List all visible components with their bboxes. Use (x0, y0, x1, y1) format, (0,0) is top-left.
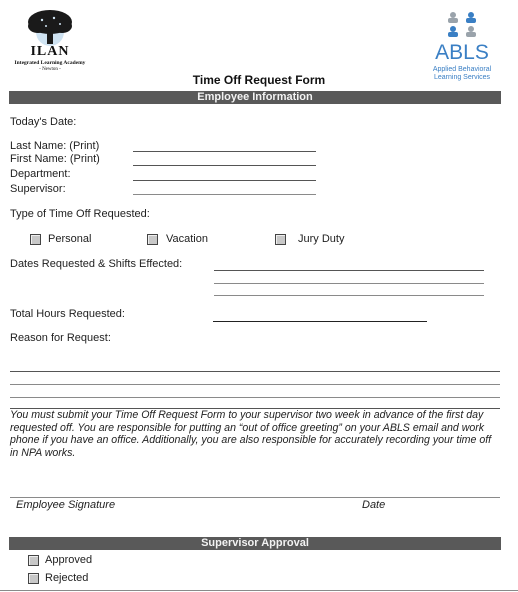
reason-line-2[interactable] (10, 384, 500, 385)
form-title: Time Off Request Form (192, 73, 326, 87)
signature-line[interactable] (10, 497, 500, 498)
ilan-subtitle: Integrated Learning Academy (14, 60, 86, 66)
time-off-type-label: Type of Time Off Requested: (10, 208, 150, 220)
page-bottom-border (0, 590, 518, 591)
last-name-field[interactable] (133, 151, 316, 152)
dates-requested-label: Dates Requested & Shifts Effected: (10, 258, 183, 270)
vacation-checkbox[interactable] (147, 234, 158, 245)
tree-icon (28, 10, 72, 46)
supervisor-label: Supervisor: (10, 183, 66, 195)
reason-line-1[interactable] (10, 371, 500, 372)
rejected-label: Rejected (45, 572, 89, 584)
dates-requested-line-1[interactable] (214, 270, 484, 271)
reason-line-3[interactable] (10, 397, 500, 398)
dates-requested-line-2[interactable] (214, 283, 484, 284)
abls-subtitle-1: Applied Behavioral (432, 66, 492, 73)
ilan-name: ILAN (30, 44, 70, 59)
approved-label: Approved (45, 554, 93, 566)
ilan-location: - Newton - (39, 67, 61, 72)
section-header-supervisor-approval: Supervisor Approval (9, 537, 501, 550)
vacation-label: Vacation (166, 233, 208, 245)
approved-checkbox[interactable] (28, 555, 39, 566)
jury-duty-checkbox[interactable] (275, 234, 286, 245)
department-label: Department: (10, 168, 71, 180)
policy-notice: You must submit your Time Off Request Fo… (10, 409, 492, 459)
supervisor-field[interactable] (133, 194, 316, 195)
last-name-label: Last Name: (Print) (10, 140, 100, 152)
section-header-employee-information: Employee Information (9, 91, 501, 104)
total-hours-field[interactable] (213, 321, 427, 322)
employee-signature-label: Employee Signature (16, 499, 116, 511)
abls-name: ABLS (435, 41, 489, 64)
reason-label: Reason for Request: (10, 332, 111, 344)
personal-checkbox[interactable] (30, 234, 41, 245)
rejected-checkbox[interactable] (28, 573, 39, 584)
children-puzzle-icon (448, 12, 476, 37)
todays-date-label: Today's Date: (10, 116, 77, 128)
personal-label: Personal (48, 233, 92, 245)
first-name-label: First Name: (Print) (10, 153, 100, 165)
first-name-field[interactable] (133, 165, 316, 166)
signature-date-label: Date (362, 499, 386, 511)
jury-duty-label: Jury Duty (298, 233, 345, 245)
department-field[interactable] (133, 180, 316, 181)
total-hours-label: Total Hours Requested: (10, 308, 125, 320)
dates-requested-line-3[interactable] (214, 295, 484, 296)
